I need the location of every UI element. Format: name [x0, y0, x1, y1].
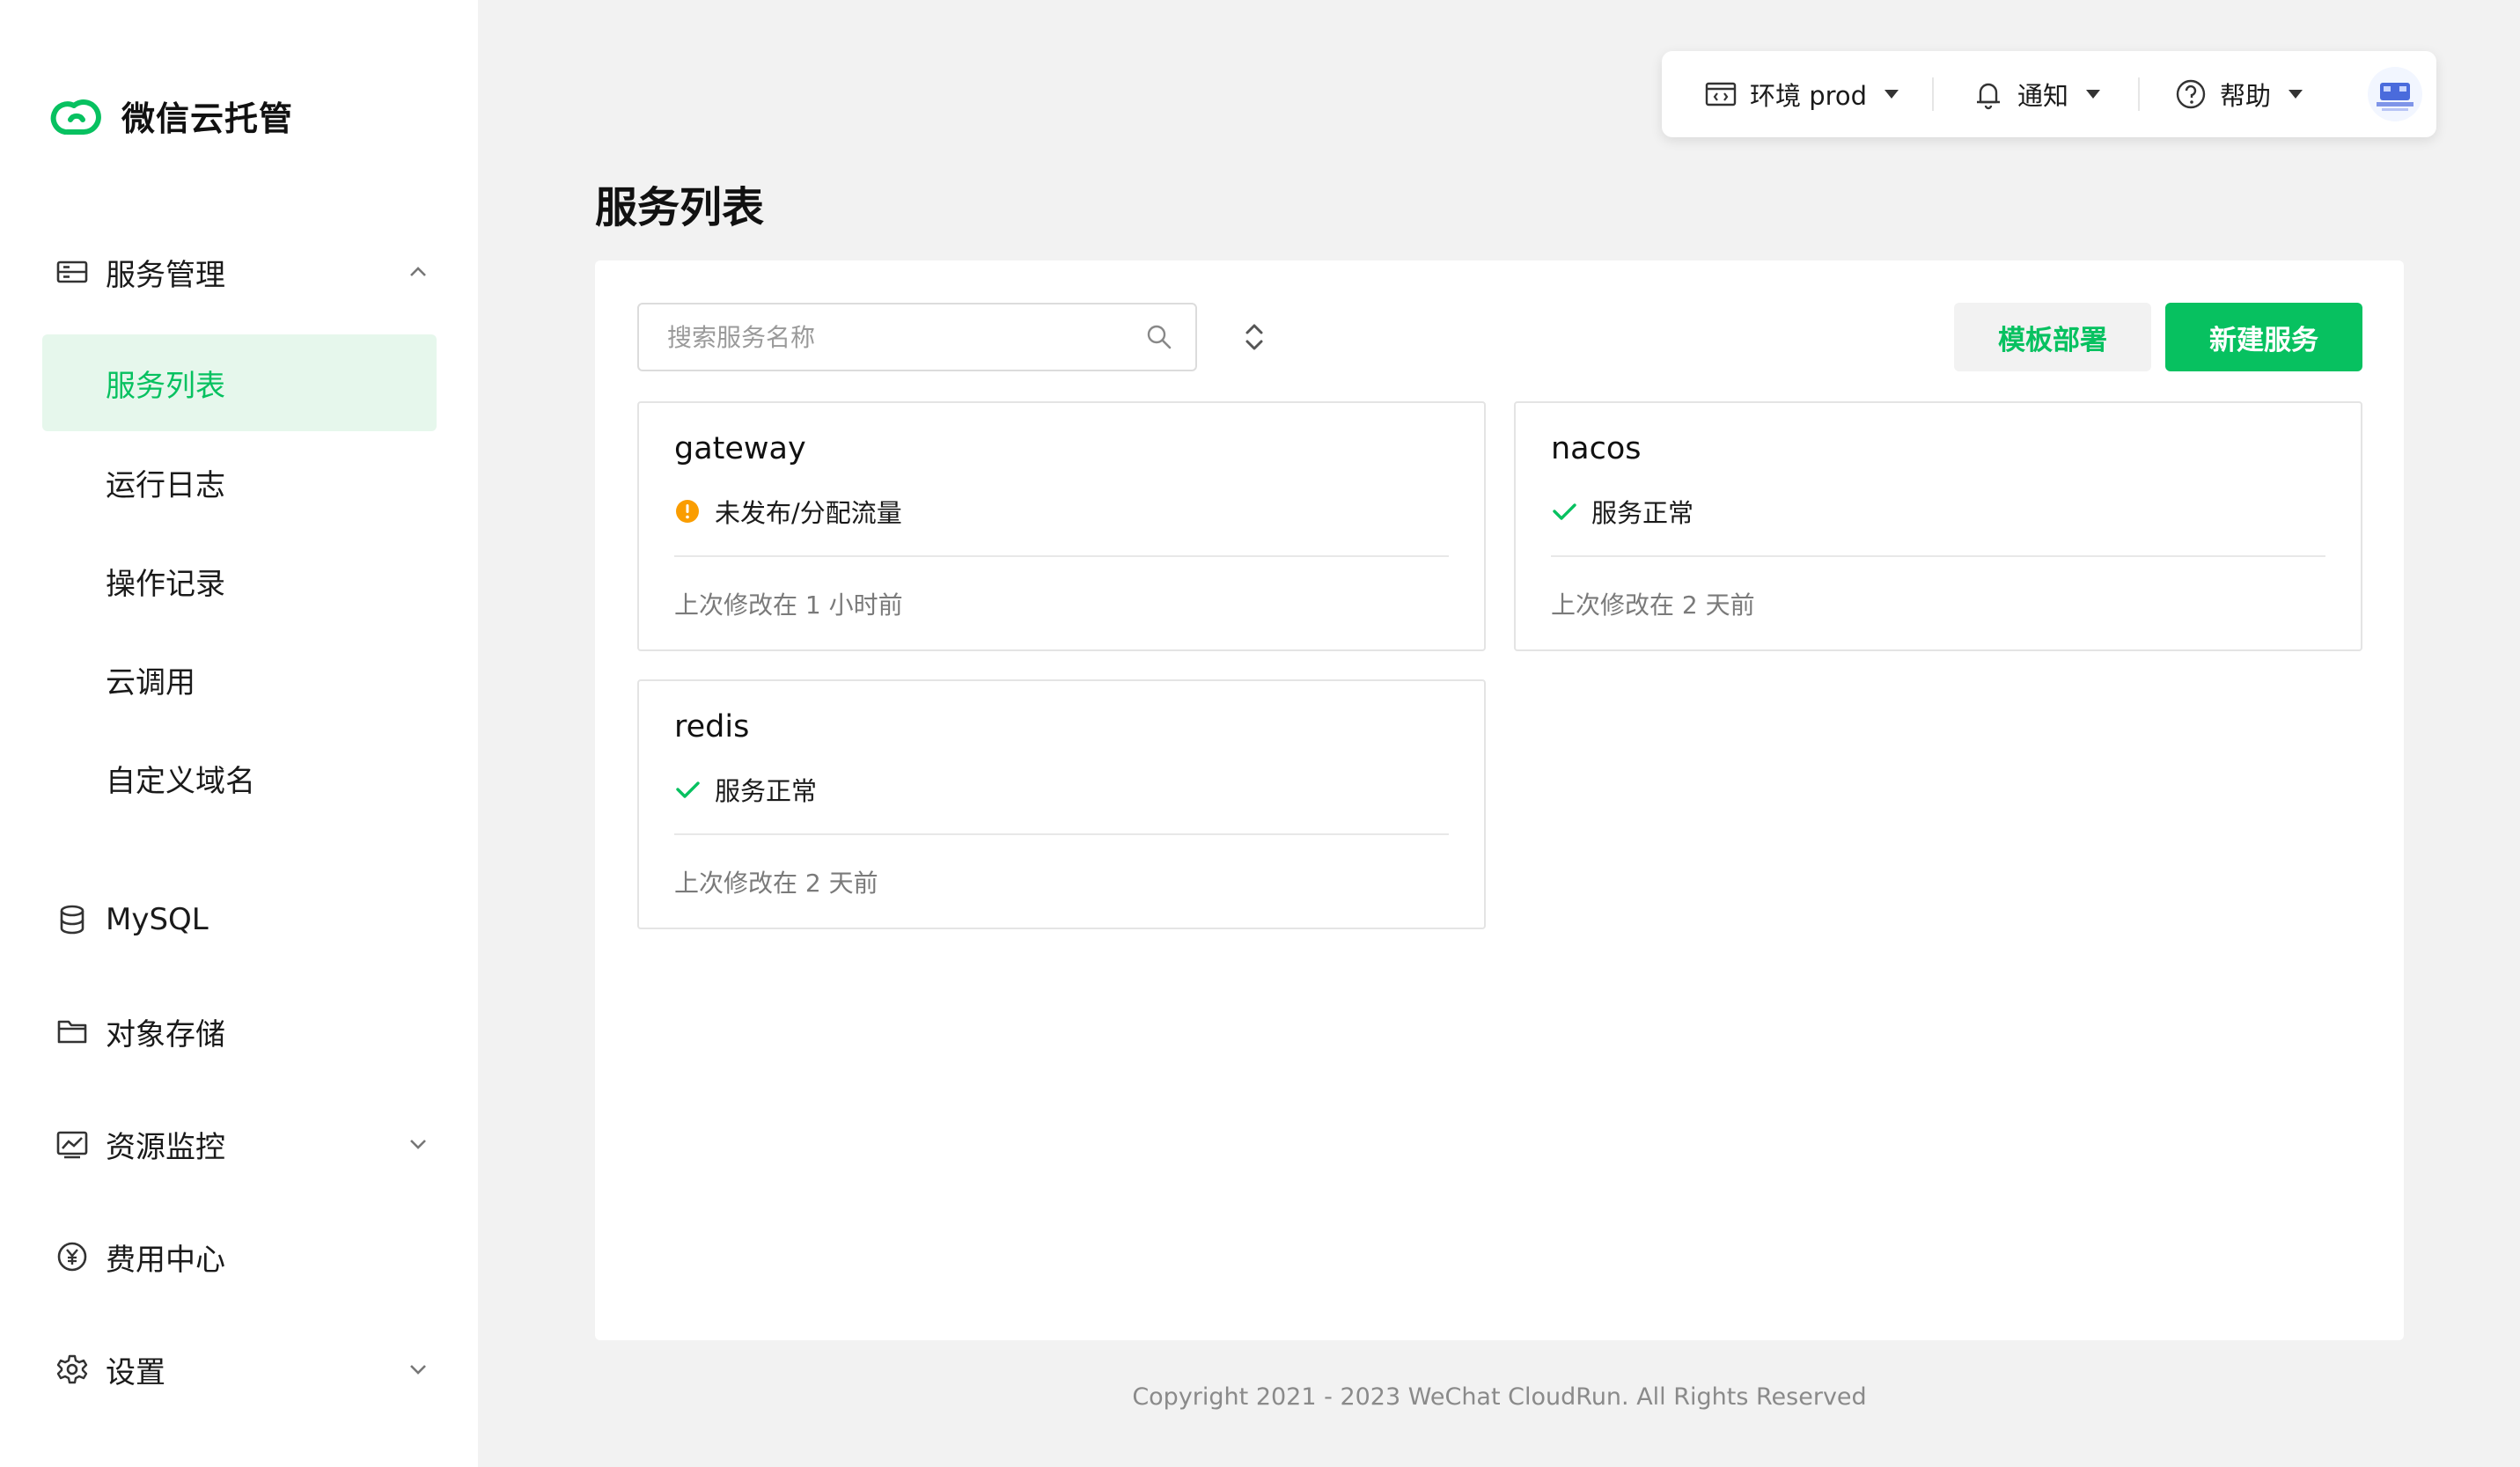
nav-item-label: MySQL	[106, 902, 209, 937]
sidebar-item-custom-domain[interactable]: 自定义域名	[42, 730, 437, 826]
sidebar-item-service-list[interactable]: 服务列表	[42, 334, 437, 431]
env-selector[interactable]: 环境 prod	[1704, 51, 1899, 137]
check-icon	[676, 781, 700, 798]
user-avatar[interactable]	[2368, 67, 2422, 121]
nav-group-label: 服务管理	[106, 257, 225, 293]
bell-icon	[1977, 83, 2000, 110]
footer-copyright: Copyright 2021 - 2023 WeChat CloudRun. A…	[1132, 1383, 1867, 1411]
sidebar-item-label: 云调用	[106, 664, 195, 700]
nav-item-billing[interactable]: 费用中心	[0, 1221, 478, 1292]
last-modified: 上次修改在 2 天前	[674, 869, 878, 898]
search-box	[637, 303, 1197, 371]
service-status: 服务正常	[1551, 493, 1693, 530]
last-modified: 上次修改在 1 小时前	[674, 590, 903, 620]
database-icon	[55, 902, 90, 937]
yen-circle-icon	[55, 1239, 90, 1274]
help-menu[interactable]: 帮助	[2174, 51, 2303, 137]
service-card-nacos[interactable]: nacos 服务正常 上次修改在 2 天前	[1514, 401, 2362, 651]
nav-item-label: 对象存储	[106, 1016, 225, 1053]
nav-item-mysql[interactable]: MySQL	[0, 884, 478, 955]
folder-icon	[55, 1014, 90, 1049]
card-divider	[674, 833, 1449, 835]
nav-item-label: 费用中心	[106, 1242, 225, 1278]
notify-label: 通知	[2017, 81, 2069, 111]
last-modified: 上次修改在 2 天前	[1551, 590, 1755, 620]
toolbar-divider	[2138, 77, 2140, 111]
template-deploy-button[interactable]: 模板部署	[1954, 303, 2151, 371]
service-status-text: 未发布/分配流量	[715, 498, 902, 528]
card-divider	[1551, 555, 2325, 557]
service-status: 服务正常	[674, 771, 817, 808]
new-service-button[interactable]: 新建服务	[2165, 303, 2362, 371]
sidebar-item-label: 运行日志	[106, 467, 225, 503]
nav-group-settings[interactable]: 设置	[0, 1334, 478, 1405]
server-icon	[55, 254, 90, 290]
chevron-up-icon	[410, 267, 426, 276]
monitor-chart-icon	[55, 1126, 90, 1162]
warning-circle-icon	[676, 500, 699, 523]
sidebar-item-label: 服务列表	[106, 368, 225, 404]
service-status-text: 服务正常	[715, 776, 818, 806]
nav-item-object-storage[interactable]: 对象存储	[0, 996, 478, 1067]
help-label: 帮助	[2220, 81, 2272, 111]
check-icon	[1553, 503, 1576, 520]
page-title: 服务列表	[595, 183, 765, 232]
top-toolbar: 环境 prod 通知 帮助	[1662, 51, 2436, 137]
sidebar-item-label: 操作记录	[106, 566, 225, 602]
service-status-text: 服务正常	[1591, 498, 1694, 528]
card-divider	[674, 555, 1449, 557]
cloud-logo-icon	[50, 99, 101, 135]
sidebar-item-run-logs[interactable]: 运行日志	[42, 434, 437, 531]
sidebar-item-operation-records[interactable]: 操作记录	[42, 532, 437, 629]
nav-item-label: 设置	[106, 1354, 165, 1390]
service-name: nacos	[1551, 431, 1642, 466]
sort-toggle-icon[interactable]	[1234, 317, 1275, 357]
chevron-down-icon	[410, 1140, 426, 1149]
service-list-panel: 模板部署 新建服务 gateway 未发布/分配流量 上次修改在 1 小时前 n…	[595, 260, 2404, 1340]
environment-icon	[1705, 82, 1737, 106]
toolbar-divider	[1932, 77, 1934, 111]
sidebar-item-label: 自定义域名	[106, 763, 255, 799]
nav-item-label: 资源监控	[106, 1129, 225, 1165]
gear-icon	[55, 1352, 90, 1387]
notifications-menu[interactable]: 通知	[1972, 51, 2101, 137]
app-logo[interactable]: 微信云托管	[48, 92, 293, 140]
search-icon[interactable]	[1144, 322, 1174, 352]
search-input[interactable]	[639, 321, 1144, 353]
app-name: 微信云托管	[121, 99, 294, 138]
env-label: 环境 prod	[1750, 81, 1868, 111]
caret-down-icon	[2289, 90, 2303, 99]
chevron-down-icon	[410, 1365, 426, 1375]
caret-down-icon	[2086, 90, 2101, 99]
service-card-redis[interactable]: redis 服务正常 上次修改在 2 天前	[637, 679, 1486, 929]
service-status: 未发布/分配流量	[674, 493, 902, 530]
service-name: gateway	[674, 431, 806, 466]
service-card-gateway[interactable]: gateway 未发布/分配流量 上次修改在 1 小时前	[637, 401, 1486, 651]
caret-down-icon	[1884, 90, 1899, 99]
help-circle-icon	[2176, 79, 2206, 109]
service-name: redis	[674, 709, 750, 745]
avatar-image	[2377, 83, 2413, 111]
nav-group-resource-monitor[interactable]: 资源监控	[0, 1109, 478, 1179]
sidebar-item-cloud-call[interactable]: 云调用	[42, 631, 437, 728]
nav-group-service-management[interactable]: 服务管理	[0, 237, 478, 307]
sidebar: 微信云托管 服务管理 服务列表 运行日志 操作记录 云调用 自定义域名 MySQ…	[0, 0, 478, 1467]
